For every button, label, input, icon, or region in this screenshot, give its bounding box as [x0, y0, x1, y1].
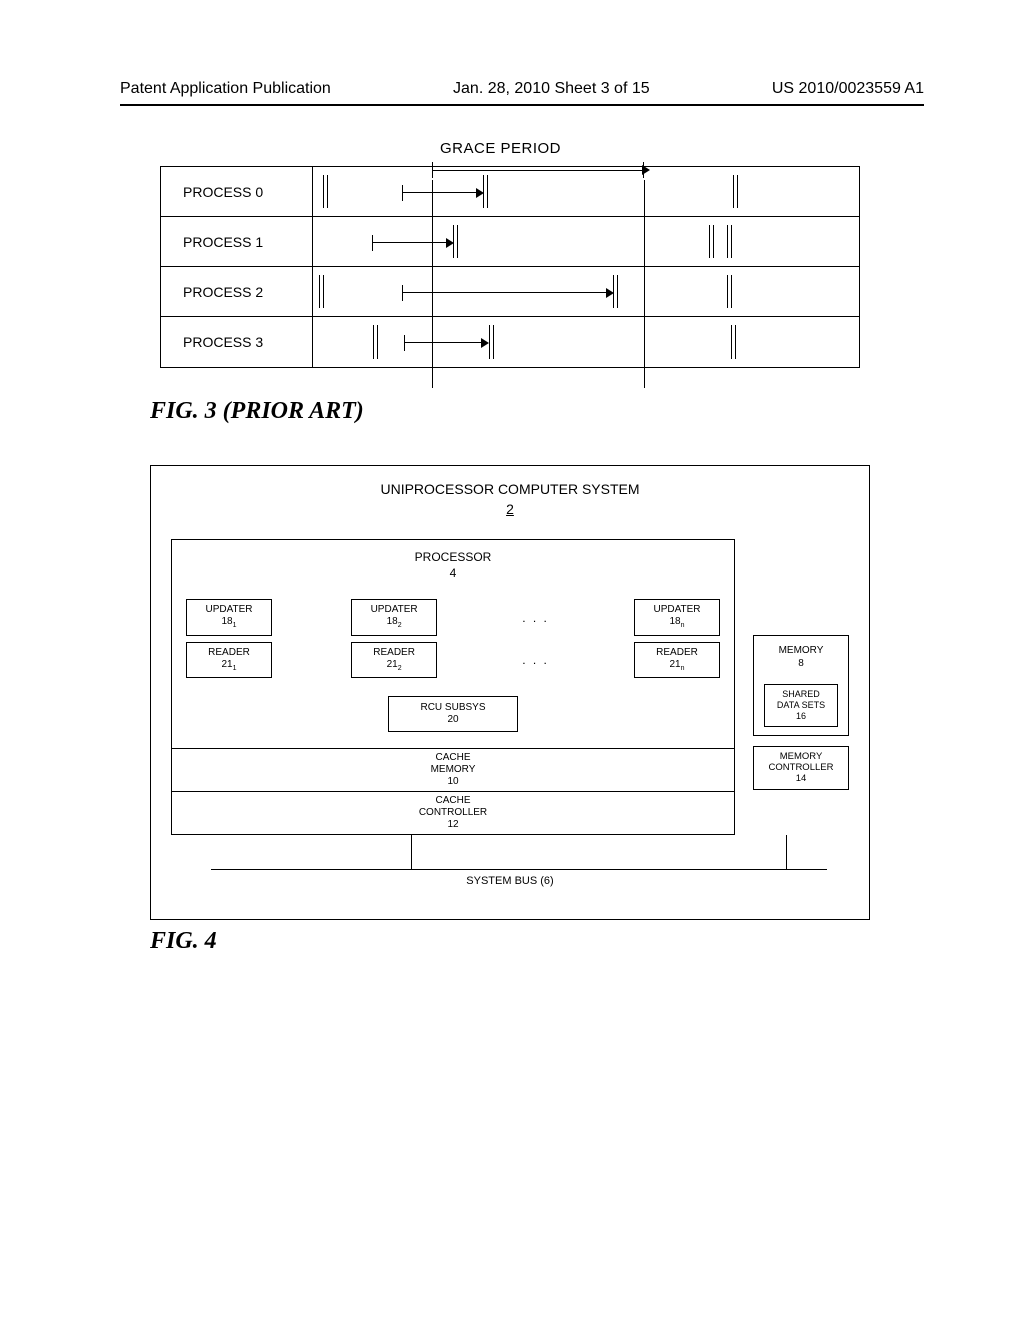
timing-lane — [313, 267, 859, 316]
header-right: US 2010/0023559 A1 — [772, 80, 924, 98]
process-label: PROCESS 0 — [161, 167, 313, 216]
memory-controller-box: MEMORYCONTROLLER14 — [753, 746, 849, 790]
memory-box: MEMORY 8 SHAREDDATA SETS16 — [753, 635, 849, 735]
grace-period-label: GRACE PERIOD — [440, 140, 561, 157]
timing-lane — [313, 217, 859, 266]
table-row: PROCESS 1 — [161, 217, 859, 267]
process-label: PROCESS 1 — [161, 217, 313, 266]
updater-row: UPDATER 181 UPDATER 182 . . . UPDATER 18… — [186, 599, 720, 635]
fig4-title-ref: 2 — [506, 501, 514, 517]
reader-block: READER 212 — [351, 642, 437, 678]
fig4-system-diagram: UNIPROCESSOR COMPUTER SYSTEM 2 PROCESSOR… — [150, 465, 870, 920]
cache-controller-block: CACHECONTROLLER12 — [171, 792, 735, 835]
processor-stack: PROCESSOR 4 UPDATER 181 UPDATER 182 . . … — [171, 539, 735, 835]
header-left: Patent Application Publication — [120, 80, 331, 98]
header-center: Jan. 28, 2010 Sheet 3 of 15 — [453, 80, 650, 98]
process-label: PROCESS 3 — [161, 317, 313, 367]
page-header: Patent Application Publication Jan. 28, … — [120, 80, 924, 98]
reader-block: READER 21n — [634, 642, 720, 678]
bus-label: SYSTEM BUS (6) — [171, 875, 849, 887]
updater-block: UPDATER 182 — [351, 599, 437, 635]
memory-column: MEMORY 8 SHAREDDATA SETS16 MEMORYCONTROL… — [753, 635, 849, 790]
table-row: PROCESS 3 — [161, 317, 859, 367]
shared-data-box: SHAREDDATA SETS16 — [764, 684, 838, 726]
table-row: PROCESS 2 — [161, 267, 859, 317]
processor-box: PROCESSOR 4 UPDATER 181 UPDATER 182 . . … — [171, 539, 735, 749]
fig4-title: UNIPROCESSOR COMPUTER SYSTEM 2 — [171, 480, 849, 519]
timing-chart: PROCESS 0 PROCESS 1 PROCESS 2 — [160, 166, 860, 368]
ellipsis: . . . — [516, 611, 555, 625]
fig4-title-text: UNIPROCESSOR COMPUTER SYSTEM — [380, 481, 639, 497]
system-bus: SYSTEM BUS (6) — [171, 835, 849, 889]
table-row: PROCESS 0 — [161, 167, 859, 217]
rcu-block: RCU SUBSYS 20 — [388, 696, 518, 732]
ellipsis: . . . — [516, 653, 555, 667]
fig3-timing-diagram: GRACE PERIOD PROCESS 0 PROCESS 1 — [160, 166, 860, 368]
processor-title: PROCESSOR 4 — [186, 550, 720, 581]
reader-row: READER 211 READER 212 . . . READER 21n — [186, 642, 720, 678]
updater-block: UPDATER 18n — [634, 599, 720, 635]
timing-lane — [313, 167, 859, 216]
cache-memory-block: CACHEMEMORY10 — [171, 749, 735, 792]
reader-block: READER 211 — [186, 642, 272, 678]
timing-lane — [313, 317, 859, 367]
fig3-caption: FIG. 3 (PRIOR ART) — [150, 398, 924, 425]
header-rule — [120, 104, 924, 106]
fig4-caption: FIG. 4 — [150, 928, 924, 955]
updater-block: UPDATER 181 — [186, 599, 272, 635]
process-label: PROCESS 2 — [161, 267, 313, 316]
